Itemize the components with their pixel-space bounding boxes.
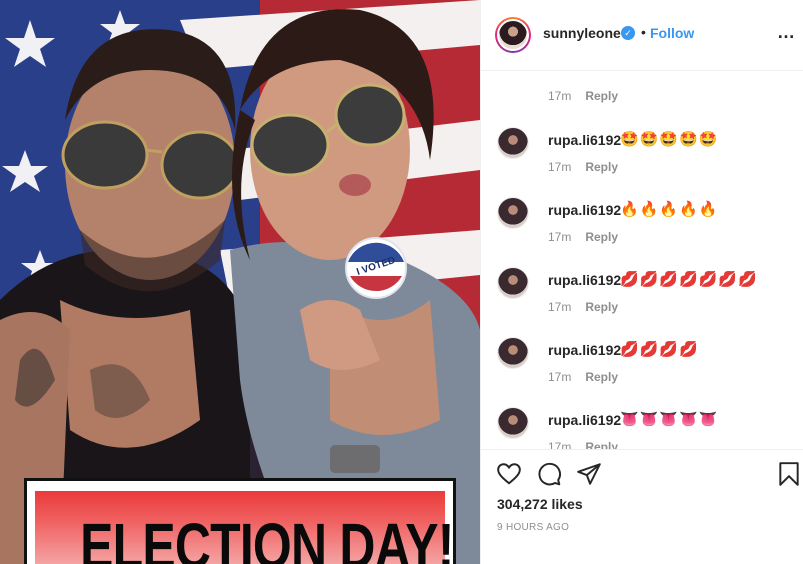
comment-meta: 17m Reply — [548, 370, 618, 384]
reply-button[interactable]: Reply — [585, 89, 618, 103]
author-username[interactable]: sunnyleone — [543, 25, 621, 41]
instagram-post-modal: I VOTED ELECTION DAY! sunnyleone ✓ • Fol… — [0, 0, 803, 564]
reply-button[interactable]: Reply — [585, 230, 618, 244]
comment-item: rupa.li6192 💋💋💋💋 17m Reply — [481, 337, 803, 407]
reply-button[interactable]: Reply — [585, 300, 618, 314]
commenter-avatar[interactable] — [497, 267, 529, 299]
comment-time: 17m — [548, 300, 572, 314]
comment-text: 🔥🔥🔥🔥🔥 — [620, 201, 719, 218]
comment-item: rupa.li6192 🔥🔥🔥🔥🔥 17m Reply — [481, 197, 803, 267]
comment-text: 👅👅👅👅👅 — [620, 411, 719, 428]
verified-badge-icon: ✓ — [621, 26, 635, 40]
banner-text: ELECTION DAY! — [80, 510, 454, 564]
share-icon[interactable] — [576, 461, 602, 487]
bookmark-icon[interactable] — [776, 461, 802, 487]
post-photo[interactable]: I VOTED ELECTION DAY! — [0, 0, 480, 564]
comment-item: rupa.li6192 💋💋💋💋💋💋💋 17m Reply — [481, 267, 803, 337]
follow-button[interactable]: Follow — [650, 25, 694, 41]
heart-icon[interactable] — [496, 461, 522, 487]
commenter-username[interactable]: rupa.li6192 — [548, 412, 621, 428]
comment-time: 17m — [548, 440, 572, 449]
reply-button[interactable]: Reply — [585, 160, 618, 174]
comment-text: 💋💋💋💋 — [620, 341, 699, 358]
commenter-avatar[interactable] — [497, 127, 529, 159]
author-avatar[interactable] — [495, 17, 531, 53]
reply-button[interactable]: Reply — [585, 370, 618, 384]
post-side-panel: sunnyleone ✓ • Follow … 17m Reply rupa.li… — [480, 0, 803, 564]
comment-meta: 17m Reply — [548, 230, 618, 244]
post-timestamp[interactable]: 9 HOURS AGO — [497, 522, 569, 533]
post-actions: 304,272 likes 9 HOURS AGO — [481, 449, 803, 564]
commenter-username[interactable]: rupa.li6192 — [548, 342, 621, 358]
commenter-username[interactable]: rupa.li6192 — [548, 132, 621, 148]
comment-time: 17m — [548, 160, 572, 174]
commenter-username[interactable]: rupa.li6192 — [548, 202, 621, 218]
comment-time: 17m — [548, 89, 572, 103]
comment-item: rupa.li6192 👅👅👅👅👅 17m Reply — [481, 407, 803, 449]
comments-list[interactable]: 17m Reply rupa.li6192 🤩🤩🤩🤩🤩 17m Reply rupa… — [481, 71, 803, 449]
comment-text: 💋💋💋💋💋💋💋 — [620, 271, 758, 288]
comment-text: 🤩🤩🤩🤩🤩 — [620, 131, 719, 148]
comment-time: 17m — [548, 370, 572, 384]
comment-meta: 17m Reply — [548, 440, 618, 449]
comment-icon[interactable] — [536, 461, 562, 487]
commenter-avatar[interactable] — [497, 407, 529, 439]
more-options-icon[interactable]: … — [777, 22, 796, 43]
commenter-avatar[interactable] — [497, 197, 529, 229]
comment-meta: 17m Reply — [548, 160, 618, 174]
comment-meta: 17m Reply — [548, 300, 618, 314]
header-separator: • — [641, 24, 646, 40]
commenter-avatar[interactable] — [497, 337, 529, 369]
comment-time: 17m — [548, 230, 572, 244]
post-header: sunnyleone ✓ • Follow … — [481, 0, 803, 71]
reply-button[interactable]: Reply — [585, 440, 618, 449]
election-day-banner: ELECTION DAY! — [24, 478, 456, 564]
comment-item: rupa.li6192 🤩🤩🤩🤩🤩 17m Reply — [481, 127, 803, 197]
comment-meta: 17m Reply — [548, 89, 618, 103]
banner-background: ELECTION DAY! — [35, 491, 454, 564]
commenter-username[interactable]: rupa.li6192 — [548, 272, 621, 288]
likes-count[interactable]: 304,272 likes — [497, 496, 583, 512]
